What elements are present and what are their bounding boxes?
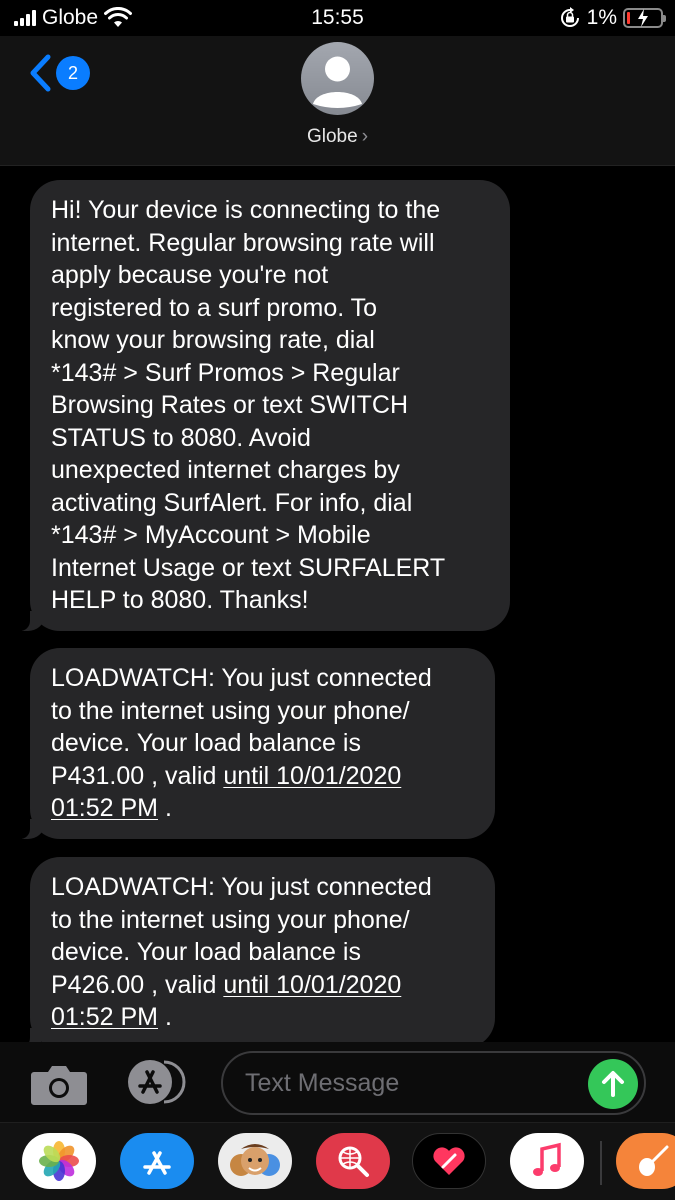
message-text: LOADWATCH: You just connected to the int… <box>51 873 432 1031</box>
chevron-right-icon: › <box>361 126 369 147</box>
heart-icon <box>433 1147 465 1175</box>
app-store-a-icon <box>143 1151 171 1175</box>
contact-avatar[interactable] <box>301 42 374 115</box>
music-icon[interactable] <box>510 1133 584 1189</box>
message-list[interactable]: Hi! Your device is connecting to the int… <box>0 166 675 1042</box>
arrow-up-icon <box>602 1071 624 1097</box>
message-input[interactable] <box>245 1053 585 1113</box>
app-store-drawer-icon[interactable] <box>120 1133 194 1189</box>
message-text: LOADWATCH: You just connected to the int… <box>51 664 432 822</box>
unread-count-badge: 2 <box>56 56 90 90</box>
camera-button[interactable] <box>30 1062 88 1106</box>
message-bubble[interactable]: Hi! Your device is connecting to the int… <box>14 180 510 631</box>
guitar-icon <box>639 1145 669 1176</box>
search-web-icon[interactable] <box>316 1133 390 1189</box>
message-bubble[interactable]: LOADWATCH: You just connected to the int… <box>14 648 495 839</box>
charging-bolt-icon <box>638 9 648 27</box>
back-button[interactable]: 2 <box>28 54 90 92</box>
app-drawer <box>0 1122 675 1200</box>
app-store-button[interactable] <box>124 1058 188 1106</box>
contact-name-button[interactable]: Globe › <box>0 126 675 148</box>
contact-name: Globe <box>306 126 358 147</box>
conversation-header: 2 Globe › <box>0 36 675 166</box>
message-text: Hi! Your device is connecting to the int… <box>51 196 446 614</box>
globe-magnifier-icon <box>338 1146 369 1177</box>
battery-icon <box>623 8 666 28</box>
drawer-divider <box>600 1141 602 1185</box>
memoji-faces-icon <box>230 1144 280 1176</box>
chevron-left-icon <box>30 54 51 92</box>
music-note-icon <box>533 1142 561 1176</box>
person-silhouette-icon <box>313 56 362 108</box>
message-bubble[interactable]: LOADWATCH: You just connected to the int… <box>14 857 495 1042</box>
message-input-container <box>221 1051 646 1115</box>
orientation-lock-icon <box>560 7 579 27</box>
camera-icon <box>31 1066 87 1105</box>
status-bar: Globe 15:55 1% <box>0 0 675 36</box>
memoji-icon[interactable] <box>218 1133 292 1189</box>
send-button[interactable] <box>588 1059 638 1109</box>
garageband-icon[interactable] <box>616 1133 675 1189</box>
photos-flower-icon <box>39 1141 79 1181</box>
digital-touch-icon[interactable] <box>412 1133 486 1189</box>
status-right-group: 1% <box>559 6 666 30</box>
photos-icon[interactable] <box>22 1133 96 1189</box>
battery-fill <box>627 12 630 24</box>
app-store-icon <box>128 1060 186 1104</box>
compose-bar <box>0 1042 675 1122</box>
battery-percent: 1% <box>586 6 617 29</box>
